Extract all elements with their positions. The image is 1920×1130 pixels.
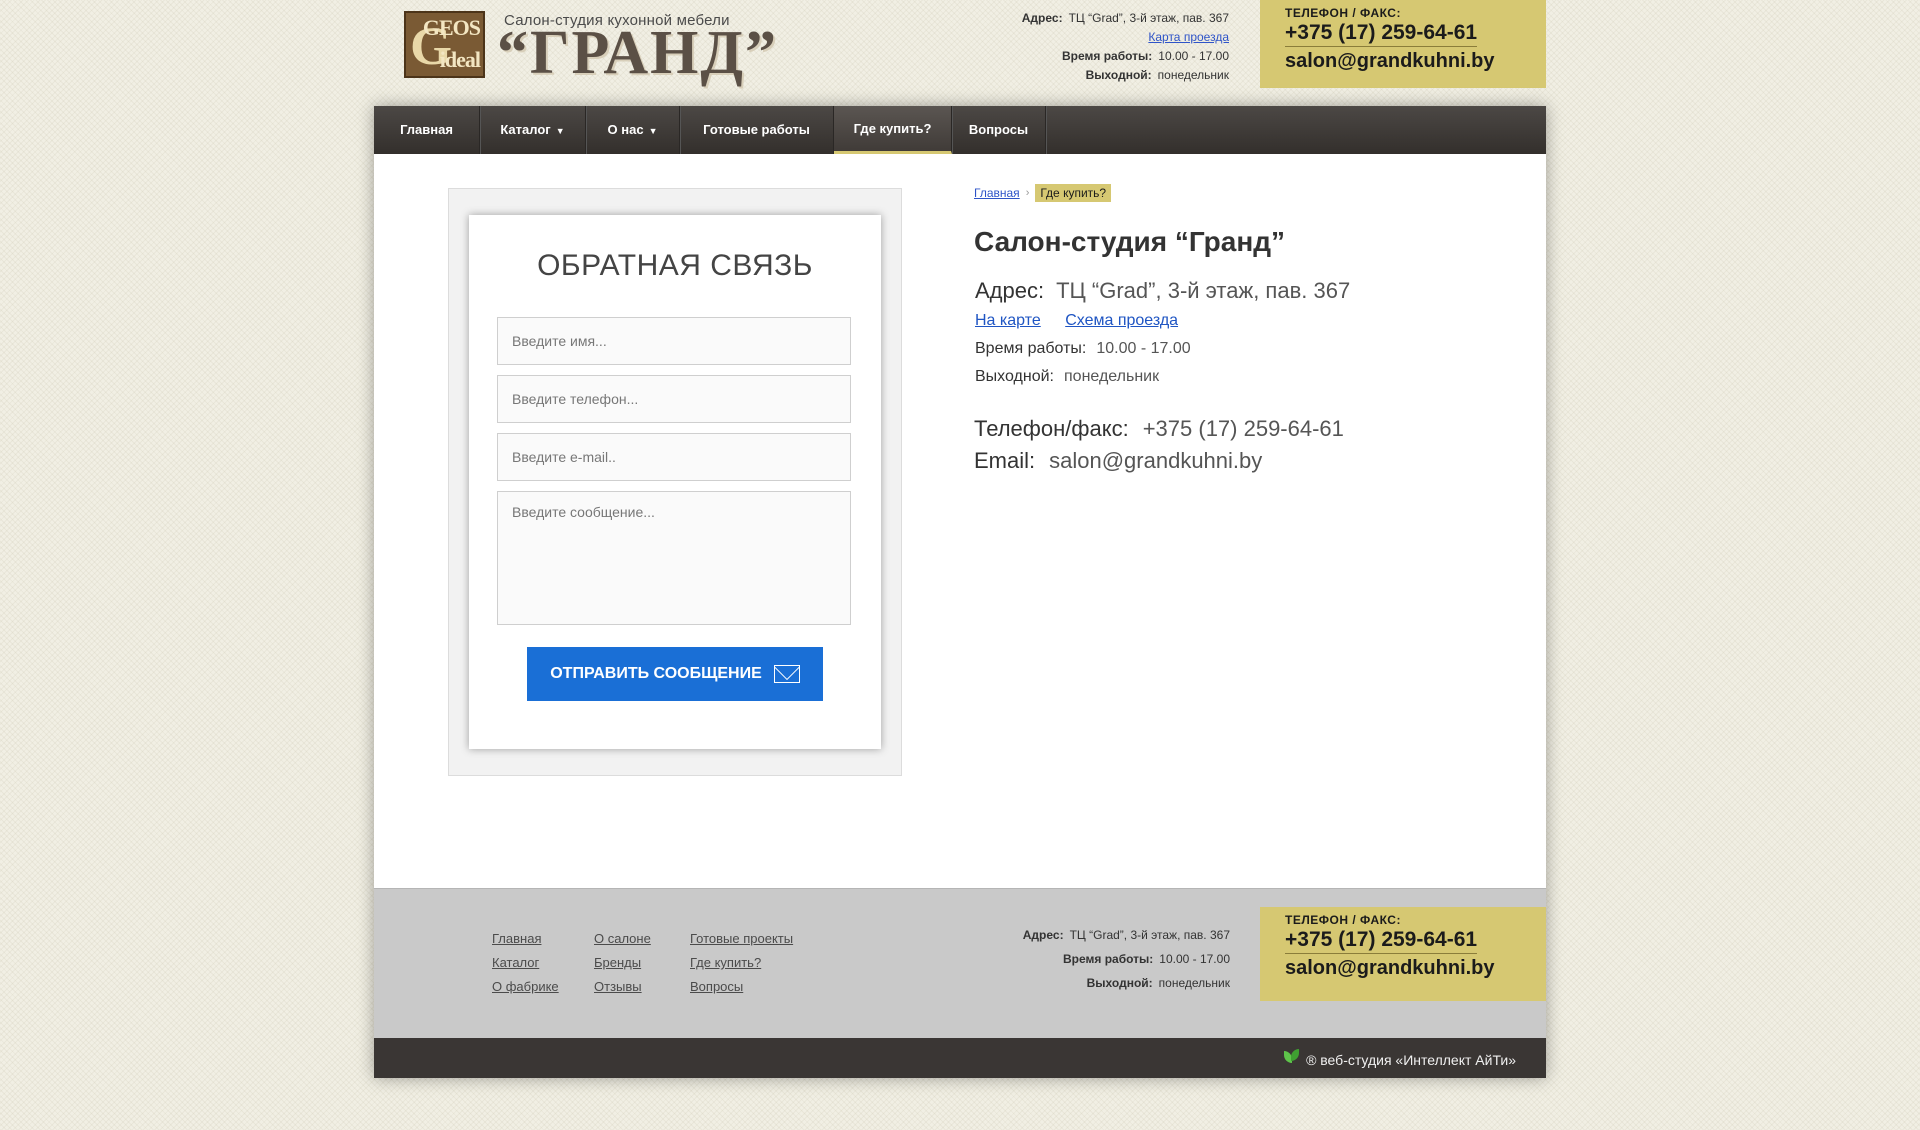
name-input[interactable] xyxy=(497,317,851,365)
header-phone-label: ТЕЛЕФОН / ФАКС: xyxy=(1285,6,1401,20)
info-phone: Телефон/факс: +375 (17) 259-64-61 xyxy=(974,416,1344,442)
footer-link[interactable]: Готовые проекты xyxy=(690,927,793,951)
chevron-down-icon: ▼ xyxy=(555,126,565,136)
nav-item-works[interactable]: Готовые работы xyxy=(680,106,834,154)
info-address-label: Адрес: xyxy=(975,278,1045,303)
footer-link[interactable]: Вопросы xyxy=(690,975,793,999)
footer-hours: 10.00 - 17.00 xyxy=(1159,952,1230,966)
header-phone[interactable]: +375 (17) 259-64-61 xyxy=(1285,20,1478,47)
info-email-value[interactable]: salon@grandkuhni.by xyxy=(1049,448,1262,473)
page-container: Главная Каталог ▼ О нас ▼ Готовые работы Г… xyxy=(374,106,1546,1078)
footer-address: ТЦ “Grad”, 3-й этаж, пав. 367 xyxy=(1069,928,1230,942)
nav-label: Вопросы xyxy=(968,122,1029,137)
studio-credit-text: ® веб-студия «Интеллект АйТи» xyxy=(1306,1052,1516,1068)
footer-link[interactable]: Главная xyxy=(492,927,559,951)
logo-geos: GEOS xyxy=(422,15,481,40)
footer-address-label: Адрес: xyxy=(1022,928,1064,942)
footer-links-col-3: Готовые проекты Где купить? Вопросы xyxy=(690,927,793,999)
nav-item-where-to-buy[interactable]: Где купить? xyxy=(834,106,952,154)
nav-label: Готовые работы xyxy=(703,122,810,137)
nav-label: Главная xyxy=(400,122,453,137)
footer-link[interactable]: О фабрике xyxy=(492,975,559,999)
footer-dayoff-label: Выходной: xyxy=(1086,976,1153,990)
send-message-button[interactable]: ОТПРАВИТЬ СООБЩЕНИЕ xyxy=(527,647,823,701)
info-phone-label: Телефон/факс: xyxy=(974,416,1129,441)
main-nav: Главная Каталог ▼ О нас ▼ Готовые работы Г… xyxy=(374,106,1546,154)
info-dayoff: Выходной: понедельник xyxy=(975,368,1159,386)
info-links: На карте Схема проезда xyxy=(975,312,1198,330)
footer-dayoff: понедельник xyxy=(1158,976,1230,990)
header-hours-label: Время работы: xyxy=(1061,49,1153,63)
envelope-icon xyxy=(773,665,800,683)
footer: Главная Каталог О фабрике О салоне Бренд… xyxy=(374,888,1546,1038)
page-title: Салон-студия “Гранд” xyxy=(974,226,1286,257)
info-email-label: Email: xyxy=(974,448,1036,473)
header-dayoff-label: Выходной: xyxy=(1085,68,1152,82)
route-scheme-link[interactable]: Схема проезда xyxy=(1065,312,1178,329)
footer-contact-info: Адрес: ТЦ “Grad”, 3-й этаж, пав. 367 Врем… xyxy=(970,923,1230,995)
footer-link[interactable]: Отзывы xyxy=(594,975,651,999)
header-address: ТЦ “Grad”, 3-й этаж, пав. 367 xyxy=(1068,11,1229,25)
footer-link[interactable]: Бренды xyxy=(594,951,651,975)
header-contact-info: Адрес: ТЦ “Grad”, 3-й этаж, пав. 367 Карт… xyxy=(969,9,1229,85)
nav-label: О нас xyxy=(607,122,644,137)
phone-input[interactable] xyxy=(497,375,851,423)
nav-label: Где купить? xyxy=(853,121,932,136)
studio-credit[interactable]: ® веб-студия «Интеллект АйТи» xyxy=(1280,1049,1516,1071)
feedback-form-frame: ОБРАТНАЯ СВЯЗЬ ОТПРАВИТЬ СООБЩЕНИЕ xyxy=(448,188,902,776)
feedback-form: ОБРАТНАЯ СВЯЗЬ ОТПРАВИТЬ СООБЩЕНИЕ xyxy=(469,215,881,749)
info-address-value: ТЦ “Grad”, 3-й этаж, пав. 367 xyxy=(1056,278,1351,303)
footer-phone[interactable]: +375 (17) 259-64-61 xyxy=(1285,927,1478,954)
footer-phone-label: ТЕЛЕФОН / ФАКС: xyxy=(1285,913,1401,927)
info-hours-value: 10.00 - 17.00 xyxy=(1096,340,1191,357)
nav-label: Каталог xyxy=(500,122,551,137)
site-brand[interactable]: “ГРАНД” xyxy=(497,22,778,84)
nav-item-home[interactable]: Главная xyxy=(374,106,480,154)
message-textarea[interactable] xyxy=(497,491,851,625)
footer-links-col-1: Главная Каталог О фабрике xyxy=(492,927,559,999)
footer-link[interactable]: Где купить? xyxy=(690,951,793,975)
header-email[interactable]: salon@grandkuhni.by xyxy=(1285,47,1546,75)
footer-hours-label: Время работы: xyxy=(1062,952,1154,966)
footer-links-col-2: О салоне Бренды Отзывы xyxy=(594,927,651,999)
nav-item-about[interactable]: О нас ▼ xyxy=(586,106,680,154)
info-hours: Время работы: 10.00 - 17.00 xyxy=(975,340,1191,358)
form-title: ОБРАТНАЯ СВЯЗЬ xyxy=(537,249,813,282)
footer-phone-box: ТЕЛЕФОН / ФАКС: +375 (17) 259-64-61 salo… xyxy=(1260,907,1546,1001)
breadcrumb: Главная › Где купить? xyxy=(974,184,1112,202)
header-address-label: Адрес: xyxy=(1021,11,1063,25)
breadcrumb-current: Где купить? xyxy=(1035,184,1112,202)
breadcrumb-separator-icon: › xyxy=(1025,187,1030,199)
sprout-icon xyxy=(1280,1049,1302,1071)
logo-ideal: ideal xyxy=(439,47,481,72)
info-address: Адрес: ТЦ “Grad”, 3-й этаж, пав. 367 xyxy=(975,278,1350,304)
nav-item-catalog[interactable]: Каталог ▼ xyxy=(480,106,586,154)
chevron-down-icon: ▼ xyxy=(648,126,658,136)
header-phone-box: ТЕЛЕФОН / ФАКС: +375 (17) 259-64-61 salo… xyxy=(1260,0,1546,88)
bottom-bar: ® веб-студия «Интеллект АйТи» xyxy=(374,1038,1546,1078)
info-dayoff-label: Выходной: xyxy=(975,368,1054,385)
footer-link[interactable]: О салоне xyxy=(594,927,651,951)
header-map-link[interactable]: Карта проезда xyxy=(1148,30,1229,44)
footer-link[interactable]: Каталог xyxy=(492,951,559,975)
email-input[interactable] xyxy=(497,433,851,481)
logo[interactable]: G GEOS ideal xyxy=(404,11,485,78)
breadcrumb-home[interactable]: Главная xyxy=(974,186,1020,200)
info-dayoff-value: понедельник xyxy=(1064,368,1160,385)
footer-email[interactable]: salon@grandkuhni.by xyxy=(1285,954,1546,982)
nav-item-questions[interactable]: Вопросы xyxy=(952,106,1046,154)
header-dayoff: понедельник xyxy=(1157,68,1229,82)
info-email: Email: salon@grandkuhni.by xyxy=(974,448,1262,474)
on-map-link[interactable]: На карте xyxy=(975,312,1041,329)
info-phone-value[interactable]: +375 (17) 259-64-61 xyxy=(1143,416,1344,441)
send-button-label: ОТПРАВИТЬ СООБЩЕНИЕ xyxy=(550,665,762,682)
info-hours-label: Время работы: xyxy=(975,340,1087,357)
header-hours: 10.00 - 17.00 xyxy=(1158,49,1229,63)
